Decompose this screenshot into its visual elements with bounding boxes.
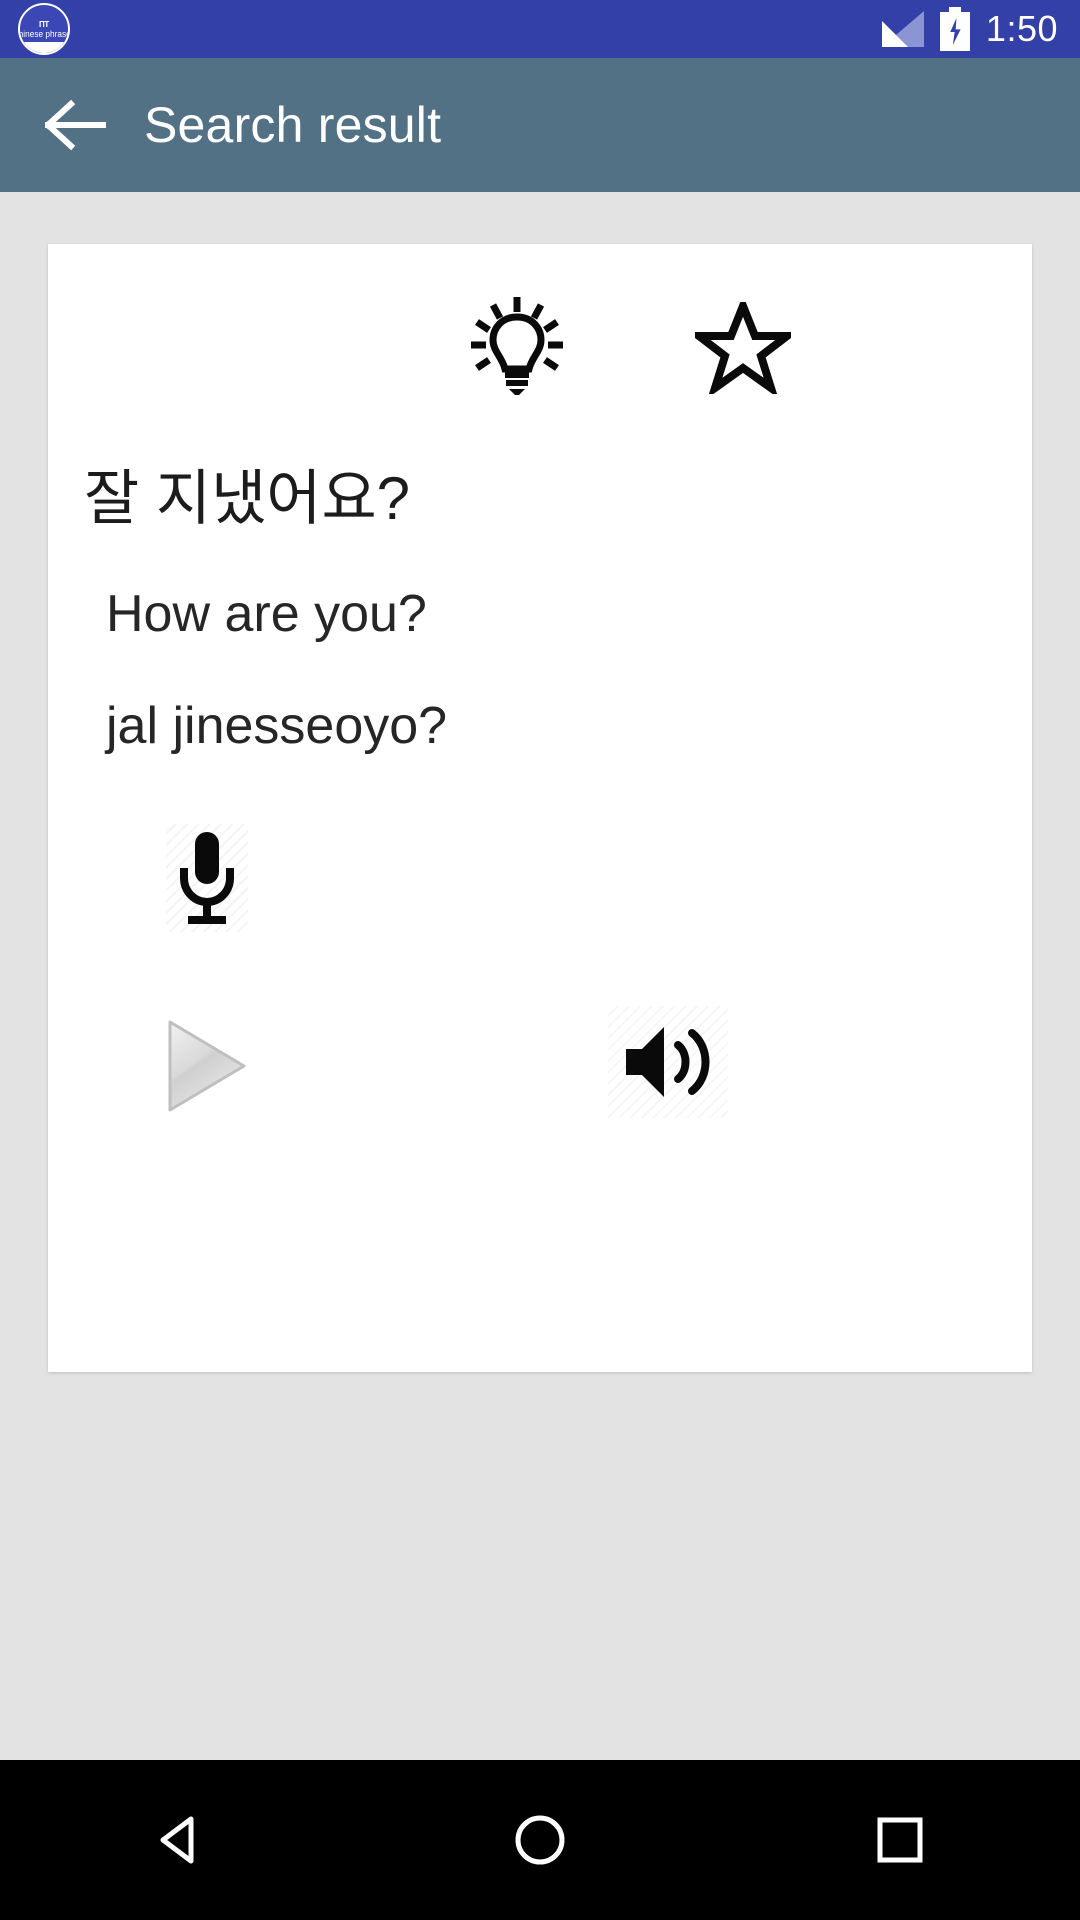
app-bar: Search result (0, 58, 1080, 192)
status-bar-left: ПТ Chinese phrases (18, 3, 70, 55)
star-outline-icon[interactable] (688, 298, 798, 398)
battery-charging-icon (939, 7, 970, 51)
content-area: 잘 지냈어요? How are you? jal jinesseoyo? (0, 192, 1080, 1760)
lightbulb-icon[interactable] (462, 290, 572, 400)
nav-home-circle-icon[interactable] (450, 1760, 630, 1920)
speaker-volume-icon[interactable] (608, 1006, 728, 1118)
back-arrow-icon[interactable] (38, 87, 114, 163)
status-bar-clock: 1:50 (985, 8, 1058, 49)
card-action-icons (48, 290, 1032, 400)
android-nav-bar (0, 1760, 1080, 1920)
app-logo-circle-icon: ПТ Chinese phrases (18, 3, 70, 55)
signal-bars-icon (881, 11, 924, 47)
page-title: Search result (144, 97, 442, 153)
phrase-native-text: 잘 지냈어요? (84, 465, 411, 532)
phrase-romanization-text: jal jinesseoyo? (106, 697, 448, 755)
microphone-icon[interactable] (166, 824, 248, 932)
app-badge-label: Chinese phrases (18, 29, 68, 39)
status-bar: ПТ Chinese phrases 1:50 (0, 0, 1080, 58)
nav-back-triangle-icon[interactable] (90, 1760, 270, 1920)
phrase-translation-text: How are you? (106, 585, 427, 643)
phrase-text-block: 잘 지냈어요? How are you? jal jinesseoyo? (48, 466, 1032, 756)
phone-screen: ПТ Chinese phrases 1:50 Search resu (0, 0, 1080, 1920)
nav-recents-square-icon[interactable] (810, 1760, 990, 1920)
phrase-card: 잘 지냈어요? How are you? jal jinesseoyo? (48, 244, 1032, 1372)
play-triangle-icon[interactable] (144, 1004, 268, 1128)
app-badge-top-text: ПТ (38, 20, 50, 29)
app-badge-footer (20, 42, 68, 53)
status-bar-right: 1:50 (881, 7, 1058, 51)
